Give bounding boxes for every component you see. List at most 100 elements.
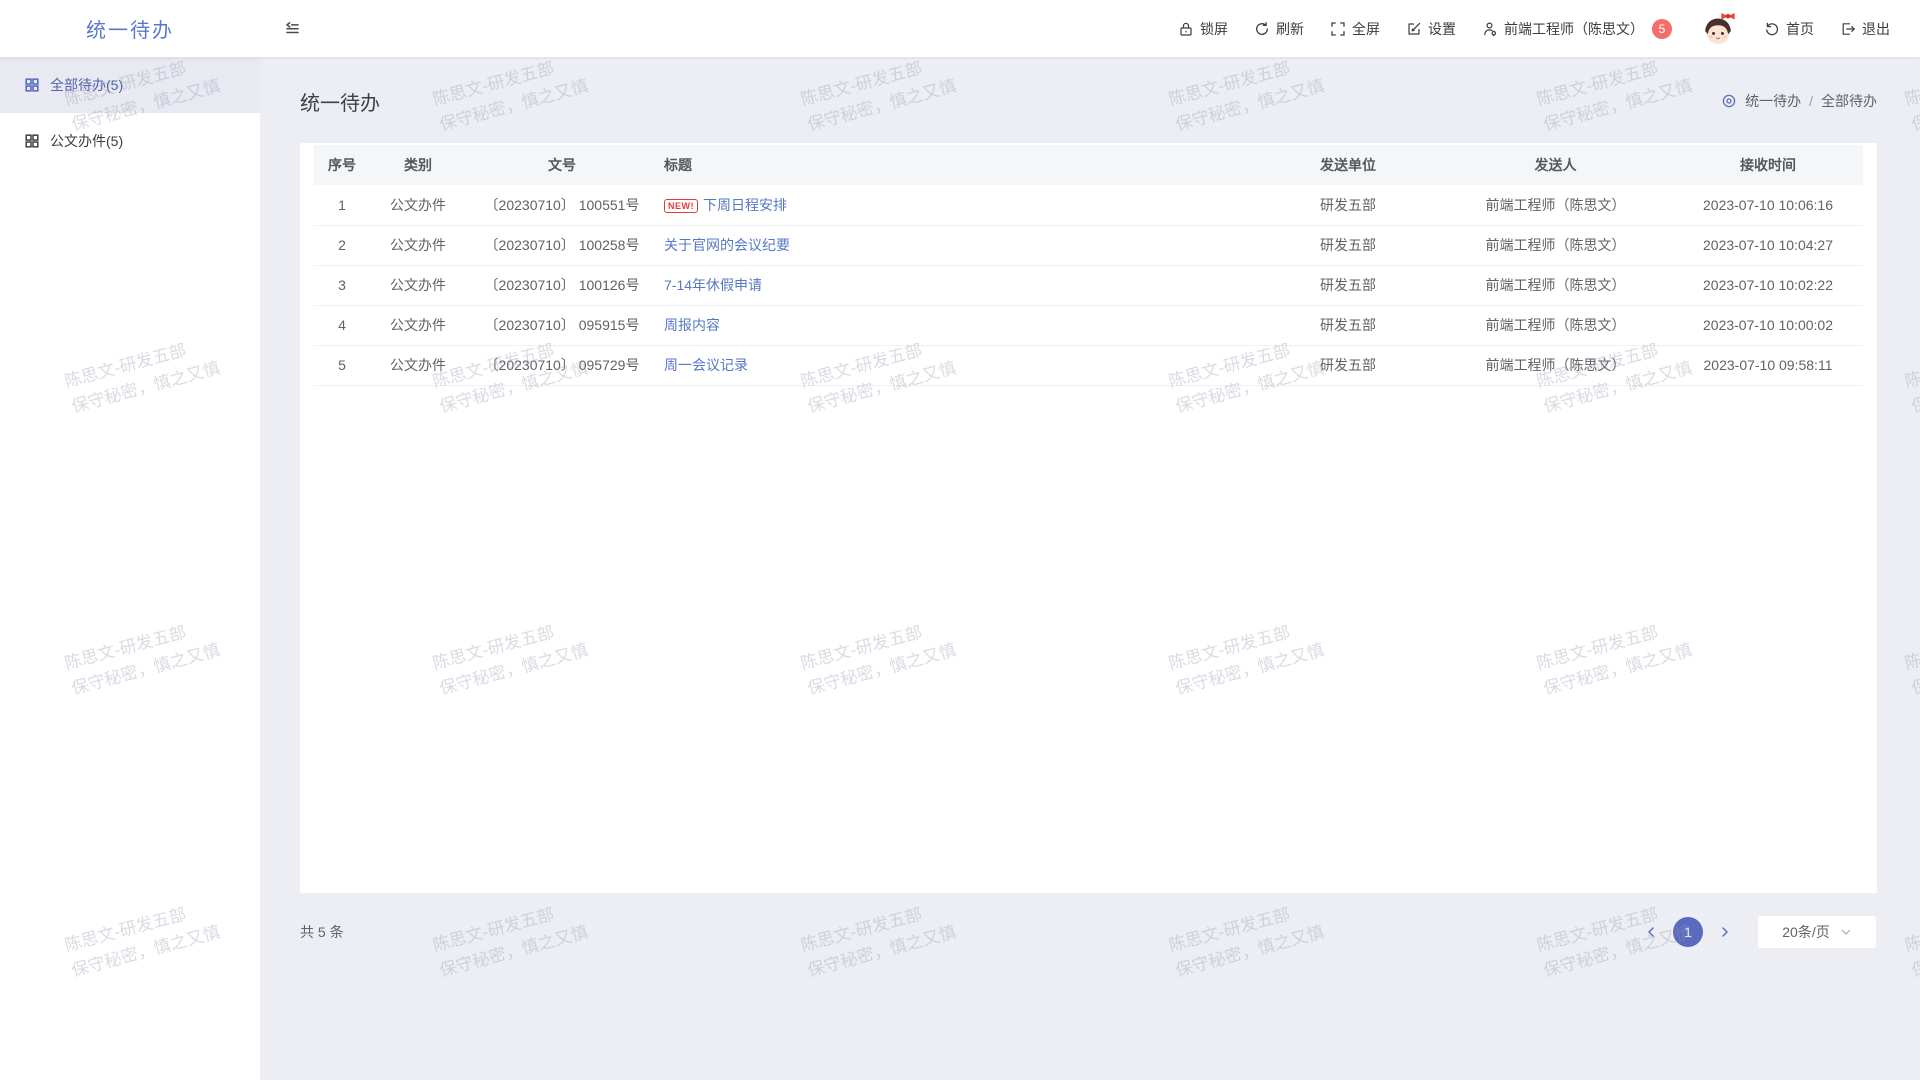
cell-title: 关于官网的会议纪要 xyxy=(658,225,1258,265)
breadcrumb-current[interactable]: 全部待办 xyxy=(1821,91,1877,111)
cell-category: 公文办件 xyxy=(370,345,466,385)
cell-sender: 前端工程师（陈思文） xyxy=(1438,225,1673,265)
main-content: 统一待办 统一待办 / 全部待办 序号 类别 文号 标题 xyxy=(260,57,1920,1080)
column-header-time: 接收时间 xyxy=(1673,145,1863,185)
logout-icon xyxy=(1840,21,1856,37)
todo-title-link[interactable]: 下周日程安排 xyxy=(703,197,787,213)
page-title: 统一待办 xyxy=(300,87,380,116)
cell-sender: 前端工程师（陈思文） xyxy=(1438,185,1673,225)
table-header-row: 序号 类别 文号 标题 发送单位 发送人 接收时间 xyxy=(314,145,1863,185)
breadcrumb-root[interactable]: 统一待办 xyxy=(1745,91,1801,111)
cell-doc-no: 〔20230710〕 095915号 xyxy=(466,305,658,345)
sidebar-collapse-button[interactable] xyxy=(284,20,301,37)
cell-unit: 研发五部 xyxy=(1258,305,1438,345)
sidebar-item-all-todo[interactable]: 全部待办(5) xyxy=(0,57,260,113)
column-header-title: 标题 xyxy=(658,145,1258,185)
page-size-value: 20条/页 xyxy=(1782,922,1829,942)
breadcrumb-separator: / xyxy=(1809,93,1813,109)
sidebar-item-document-todo[interactable]: 公文办件(5) xyxy=(0,113,260,169)
todo-table-card: 序号 类别 文号 标题 发送单位 发送人 接收时间 1 公文办件 〔202307… xyxy=(300,143,1877,893)
home-label: 首页 xyxy=(1786,19,1814,39)
breadcrumb: 统一待办 / 全部待办 xyxy=(1721,91,1877,111)
user-menu[interactable]: 前端工程师（陈思文） 5 xyxy=(1482,19,1672,39)
avatar[interactable] xyxy=(1698,9,1738,49)
page-size-select[interactable]: 20条/页 xyxy=(1757,915,1877,949)
settings-button[interactable]: 设置 xyxy=(1406,19,1456,39)
cell-sender: 前端工程师（陈思文） xyxy=(1438,265,1673,305)
logout-button[interactable]: 退出 xyxy=(1840,19,1890,39)
fullscreen-button[interactable]: 全屏 xyxy=(1330,19,1380,39)
location-pin-icon xyxy=(1721,93,1737,109)
cell-category: 公文办件 xyxy=(370,305,466,345)
cell-title: 7-14年休假申请 xyxy=(658,265,1258,305)
grid-icon xyxy=(24,77,40,93)
chevron-down-icon xyxy=(1840,926,1852,938)
cell-time: 2023-07-10 09:58:11 xyxy=(1673,345,1863,385)
cell-doc-no: 〔20230710〕 100126号 xyxy=(466,265,658,305)
back-home-icon xyxy=(1764,21,1780,37)
cell-unit: 研发五部 xyxy=(1258,345,1438,385)
cell-category: 公文办件 xyxy=(370,185,466,225)
column-header-no: 序号 xyxy=(314,145,370,185)
cell-sender: 前端工程师（陈思文） xyxy=(1438,305,1673,345)
cell-category: 公文办件 xyxy=(370,265,466,305)
sidebar-item-label: 公文办件(5) xyxy=(50,131,123,151)
column-header-category: 类别 xyxy=(370,145,466,185)
user-icon xyxy=(1482,21,1498,37)
menu-fold-icon xyxy=(284,20,301,37)
logout-label: 退出 xyxy=(1862,19,1890,39)
table-row: 5 公文办件 〔20230710〕 095729号 周一会议记录 研发五部 前端… xyxy=(314,345,1863,385)
sidebar: 全部待办(5) 公文办件(5) xyxy=(0,57,260,1080)
user-name-label: 前端工程师（陈思文） xyxy=(1504,19,1644,39)
app-header: 统一待办 锁屏 刷新 xyxy=(0,0,1920,57)
refresh-button[interactable]: 刷新 xyxy=(1254,19,1304,39)
todo-title-link[interactable]: 关于官网的会议纪要 xyxy=(664,237,790,253)
column-header-doc-no: 文号 xyxy=(466,145,658,185)
pagination-bar: 共 5 条 1 20条/页 xyxy=(300,915,1877,949)
todo-count-badge[interactable]: 5 xyxy=(1652,19,1672,39)
refresh-label: 刷新 xyxy=(1276,19,1304,39)
cell-no: 4 xyxy=(314,305,370,345)
cell-doc-no: 〔20230710〕 100258号 xyxy=(466,225,658,265)
settings-label: 设置 xyxy=(1428,19,1456,39)
lock-icon xyxy=(1178,21,1194,37)
sidebar-item-label: 全部待办(5) xyxy=(50,75,123,95)
cell-doc-no: 〔20230710〕 095729号 xyxy=(466,345,658,385)
refresh-icon xyxy=(1254,21,1270,37)
cell-no: 3 xyxy=(314,265,370,305)
cell-no: 1 xyxy=(314,185,370,225)
table-row: 3 公文办件 〔20230710〕 100126号 7-14年休假申请 研发五部… xyxy=(314,265,1863,305)
next-page-button[interactable] xyxy=(1715,922,1735,942)
cell-no: 5 xyxy=(314,345,370,385)
table-row: 1 公文办件 〔20230710〕 100551号 NEW! 下周日程安排 研发五… xyxy=(314,185,1863,225)
home-button[interactable]: 首页 xyxy=(1764,19,1814,39)
todo-title-link[interactable]: 7-14年休假申请 xyxy=(664,277,762,293)
cell-title: 周一会议记录 xyxy=(658,345,1258,385)
cell-unit: 研发五部 xyxy=(1258,265,1438,305)
page-number-button[interactable]: 1 xyxy=(1673,917,1703,947)
edit-settings-icon xyxy=(1406,21,1422,37)
todo-title-link[interactable]: 周一会议记录 xyxy=(664,357,748,373)
column-header-sender: 发送人 xyxy=(1438,145,1673,185)
column-header-unit: 发送单位 xyxy=(1258,145,1438,185)
cell-time: 2023-07-10 10:00:02 xyxy=(1673,305,1863,345)
fullscreen-icon xyxy=(1330,21,1346,37)
cell-doc-no: 〔20230710〕 100551号 xyxy=(466,185,658,225)
cell-title: 周报内容 xyxy=(658,305,1258,345)
lock-screen-label: 锁屏 xyxy=(1200,19,1228,39)
table-row: 2 公文办件 〔20230710〕 100258号 关于官网的会议纪要 研发五部… xyxy=(314,225,1863,265)
lock-screen-button[interactable]: 锁屏 xyxy=(1178,19,1228,39)
total-count-label: 共 5 条 xyxy=(300,922,344,942)
new-badge: NEW! xyxy=(664,199,698,213)
cell-title: NEW! 下周日程安排 xyxy=(658,185,1258,225)
cell-sender: 前端工程师（陈思文） xyxy=(1438,345,1673,385)
fullscreen-label: 全屏 xyxy=(1352,19,1380,39)
cell-unit: 研发五部 xyxy=(1258,225,1438,265)
cell-unit: 研发五部 xyxy=(1258,185,1438,225)
cell-time: 2023-07-10 10:02:22 xyxy=(1673,265,1863,305)
header-toolbar: 锁屏 刷新 全屏 设置 xyxy=(1178,9,1920,49)
todo-title-link[interactable]: 周报内容 xyxy=(664,317,720,333)
cell-time: 2023-07-10 10:06:16 xyxy=(1673,185,1863,225)
prev-page-button[interactable] xyxy=(1641,922,1661,942)
cell-category: 公文办件 xyxy=(370,225,466,265)
